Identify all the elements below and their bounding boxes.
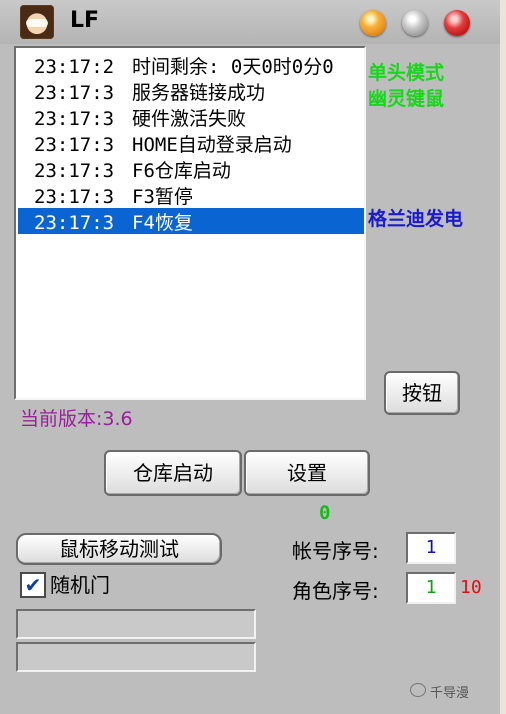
role-index-label: 角色序号: — [292, 579, 379, 603]
log-line[interactable]: 23:17:3 HOME自动登录启动 — [18, 130, 364, 156]
mode-ghost-label: 幽灵键鼠 — [368, 88, 445, 110]
log-time: 23:17:3 — [34, 108, 115, 130]
log-time: 23:17:3 — [34, 212, 115, 234]
watermark-text: 千导漫 — [430, 686, 470, 701]
log-line[interactable]: 23:17:3 F3暂停 — [18, 182, 364, 208]
generic-button[interactable]: 按钮 — [384, 371, 460, 415]
account-index-label: 帐号序号: — [292, 539, 379, 563]
watermark-icon — [410, 683, 426, 697]
warehouse-start-button[interactable]: 仓库启动 — [104, 450, 242, 496]
random-door-label: 随机门 — [50, 573, 110, 597]
log-message: F6仓库启动 — [132, 160, 231, 182]
account-index-field[interactable]: 1 — [406, 532, 456, 564]
version-label: 当前版本:3.6 — [20, 408, 133, 430]
mouse-move-test-button[interactable]: 鼠标移动测试 — [16, 533, 222, 565]
maximize-button[interactable] — [402, 10, 428, 36]
log-time: 23:17:3 — [34, 186, 115, 208]
log-message: F3暂停 — [132, 186, 193, 208]
role-count: 10 — [460, 577, 482, 598]
counter-value: 0 — [319, 502, 331, 524]
progress-bar-2 — [16, 642, 256, 672]
settings-button[interactable]: 设置 — [244, 450, 370, 496]
log-message: 硬件激活失败 — [132, 108, 247, 130]
server-label: 格兰迪发电 — [368, 208, 464, 230]
log-line[interactable]: 23:17:2 时间剩余: 0天0时0分0 — [18, 52, 364, 78]
app-window: LF 23:17:2 时间剩余: 0天0时0分0 23:17:3 服务器链接成功 23:… — [0, 0, 502, 714]
mode-single-label: 单头模式 — [368, 62, 445, 84]
log-message: F4恢复 — [132, 212, 193, 234]
log-time: 23:17:3 — [34, 160, 115, 182]
log-line[interactable]: 23:17:3 服务器链接成功 — [18, 78, 364, 104]
log-message: HOME自动登录启动 — [132, 134, 292, 156]
minimize-button[interactable] — [360, 10, 386, 36]
desktop-background — [500, 0, 506, 714]
random-door-checkbox[interactable]: ✔ — [20, 572, 46, 598]
log-message: 服务器链接成功 — [132, 82, 266, 104]
log-time: 23:17:3 — [34, 82, 115, 104]
app-icon — [20, 5, 54, 39]
window-title: LF — [70, 8, 100, 33]
log-time: 23:17:2 — [34, 56, 115, 78]
log-line[interactable]: 23:17:3 F4恢复 — [18, 208, 364, 234]
log-line[interactable]: 23:17:3 硬件激活失败 — [18, 104, 364, 130]
progress-bar-1 — [16, 609, 256, 639]
close-button[interactable] — [444, 10, 470, 36]
role-index-field[interactable]: 1 — [406, 572, 456, 604]
log-line[interactable]: 23:17:3 F6仓库启动 — [18, 156, 364, 182]
log-time: 23:17:3 — [34, 134, 115, 156]
title-bar[interactable]: LF — [0, 0, 500, 44]
log-list[interactable]: 23:17:2 时间剩余: 0天0时0分0 23:17:3 服务器链接成功 23:17:… — [14, 46, 366, 400]
log-message: 时间剩余: 0天0时0分0 — [132, 56, 334, 78]
